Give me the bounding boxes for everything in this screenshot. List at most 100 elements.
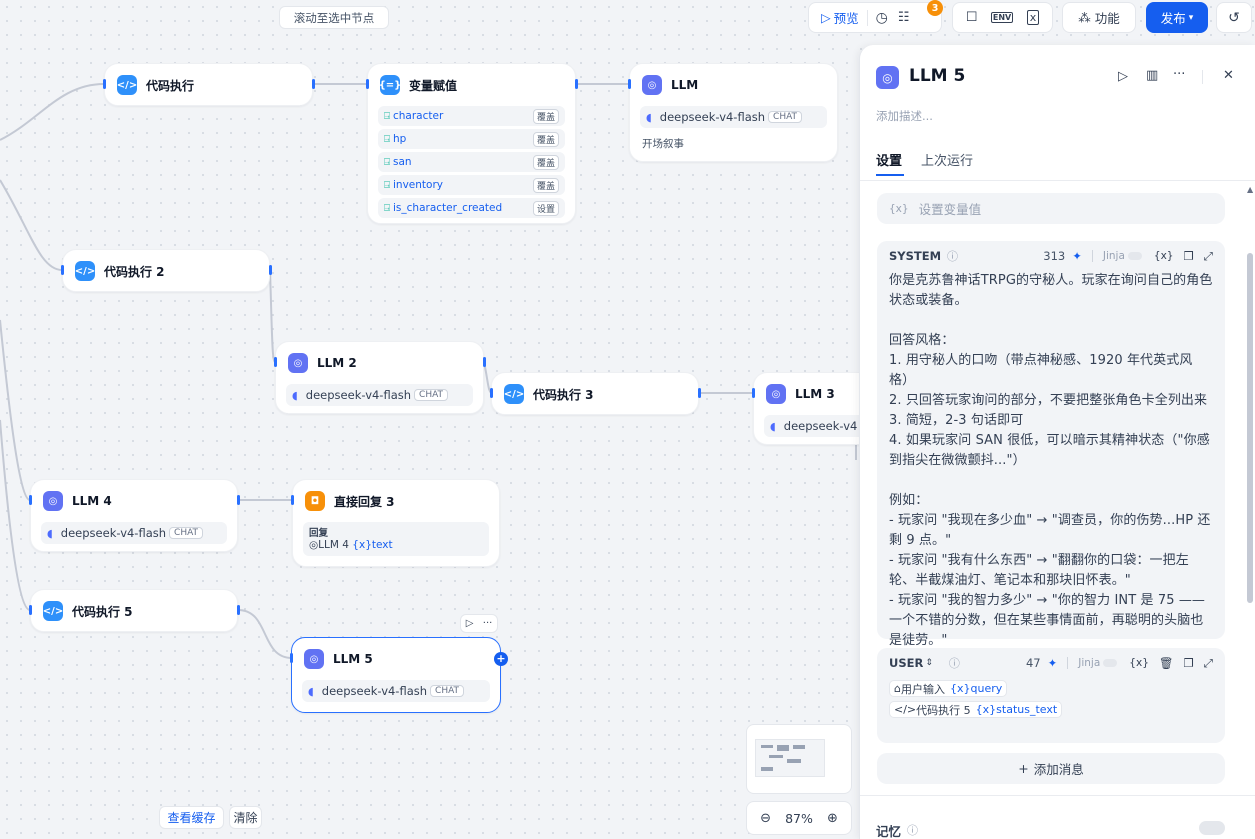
env-icon[interactable]: ENV [990, 12, 1014, 23]
variable-chip[interactable]: </> 代码执行 5 {x}status_text [889, 701, 1063, 718]
node-llm-2[interactable]: ◎ LLM 2 ◖ deepseek-v4-flash CHAT [275, 341, 484, 414]
model-mode-tag: CHAT [768, 111, 803, 123]
description-input[interactable]: 添加描述... [876, 108, 933, 124]
history-clock-icon[interactable]: ◷ [876, 10, 888, 26]
system-prompt-text[interactable]: 你是克苏鲁神话TRPG的守秘人。玩家在询问自己的角色状态或装备。 回答风格： 1… [877, 271, 1225, 651]
divider [1202, 70, 1203, 84]
token-count: 313 [1043, 249, 1066, 263]
node-output-handle[interactable] [312, 79, 315, 89]
run-icon[interactable]: ▷ [1118, 69, 1128, 84]
version-history-button[interactable]: ↺ [1216, 2, 1252, 33]
ai-generate-icon[interactable]: ✦ [1048, 656, 1058, 670]
zoom-in-icon[interactable]: ⊕ [827, 811, 838, 826]
node-llm-1[interactable]: ◎ LLM ◖ deepseek-v4-flash CHAT 开场叙事 [629, 63, 838, 162]
node-llm-4[interactable]: ◎ LLM 4 ◖ deepseek-v4-flash CHAT [30, 479, 238, 552]
node-output-handle[interactable] [575, 79, 578, 89]
node-answer-3[interactable]: ◘ 直接回复 3 回复 ◎LLM 4 {x}text [292, 479, 500, 567]
ai-generate-icon[interactable]: ✦ [1072, 249, 1082, 263]
active-tab-indicator [876, 174, 904, 176]
view-cache-label: 查看缓存 [167, 811, 216, 825]
node-input-handle[interactable] [628, 79, 631, 89]
insert-variable-icon[interactable]: {x} [1154, 250, 1174, 262]
node-input-handle[interactable] [290, 653, 293, 663]
expand-icon[interactable]: ⤢ [1204, 249, 1213, 264]
node-variable-assigner[interactable]: {=} 变量赋值 ⍈ character 覆盖 ⍈ hp 覆盖 ⍈ san 覆盖 ⍈ inven… [367, 63, 576, 224]
model-selector: ◖ deepseek-v4-flash CHAT [302, 680, 490, 702]
node-input-handle[interactable] [490, 388, 493, 398]
copy-icon[interactable]: ❐ [1183, 249, 1193, 263]
jinja-toggle[interactable] [1103, 659, 1118, 667]
node-output-handle[interactable] [237, 495, 240, 505]
more-icon[interactable]: ··· [1173, 67, 1185, 82]
variable-chip[interactable]: ⌂ 用户输入 {x}query [889, 680, 1008, 697]
node-input-handle[interactable] [752, 388, 755, 398]
insert-variable-icon[interactable]: {x} [1129, 657, 1149, 669]
conversation-var-icon[interactable]: x [1026, 10, 1040, 25]
jinja-toggle[interactable] [1127, 252, 1142, 260]
node-output-handle[interactable] [269, 265, 272, 275]
panel-title[interactable]: LLM 5 [909, 66, 965, 86]
zoom-out-icon[interactable]: ⊖ [760, 811, 771, 826]
node-input-handle[interactable] [103, 79, 106, 89]
close-icon[interactable]: ✕ [1223, 68, 1234, 83]
edit-variable-icon[interactable]: ☐ [966, 10, 978, 25]
minimap-node [787, 759, 801, 763]
node-llm-5[interactable]: ◎ LLM 5 ◖ deepseek-v4-flash CHAT [291, 637, 501, 713]
clear-button[interactable]: 清除 [229, 806, 262, 829]
view-cache-button[interactable]: 查看缓存 [159, 806, 224, 829]
help-doc-icon[interactable]: ▥ [1146, 68, 1158, 83]
node-output-handle[interactable] [698, 388, 701, 398]
run-node-icon[interactable]: ▷ [466, 618, 474, 629]
user-prompt-content[interactable]: ⌂ 用户输入 {x}query </> 代码执行 5 {x}status_text [877, 678, 1225, 718]
model-name: deepseek-v4-flash [60, 526, 167, 540]
preview-button[interactable]: 预览 [834, 8, 859, 27]
user-prompt-block: USER ⇕ ⓘ 47 ✦ Jinja {x} 🗑 ❐ ⤢ ⌂ 用户输入 {x}qu… [877, 648, 1225, 743]
scrollbar-thumb[interactable] [1247, 253, 1253, 603]
node-code-exec-5[interactable]: </> 代码执行 5 [30, 589, 238, 632]
copy-icon[interactable]: ❐ [1183, 656, 1193, 670]
node-input-handle[interactable] [366, 79, 369, 89]
node-code-exec-1[interactable]: </> 代码执行 [104, 63, 313, 106]
scroll-to-selected-button[interactable]: 滚动至选中节点 [279, 6, 389, 29]
node-output-handle[interactable] [483, 357, 486, 367]
add-message-button[interactable]: + 添加消息 [877, 753, 1225, 784]
scroll-hint-label: 滚动至选中节点 [293, 10, 375, 25]
node-title: 代码执行 5 [72, 604, 133, 619]
node-title: 变量赋值 [409, 78, 458, 93]
assign-var-name: is_character_created [393, 202, 503, 214]
node-input-handle[interactable] [29, 495, 32, 505]
set-variable-input[interactable]: {x} 设置变量值 [877, 193, 1225, 224]
memory-toggle[interactable] [1199, 821, 1225, 835]
node-input-handle[interactable] [274, 357, 277, 367]
scrollbar[interactable]: ▲ [1246, 185, 1254, 785]
node-output-handle[interactable] [237, 605, 240, 615]
chevron-updown-icon[interactable]: ⇕ [925, 658, 933, 668]
node-input-handle[interactable] [29, 605, 32, 615]
assign-row: ⍈ san 覆盖 [378, 152, 565, 172]
add-next-node-icon[interactable]: + [494, 652, 508, 666]
node-input-handle[interactable] [61, 265, 64, 275]
zoom-level[interactable]: 87% [785, 811, 813, 826]
tab-settings[interactable]: 设置 [876, 150, 902, 169]
expand-icon[interactable]: ⤢ [1204, 656, 1213, 671]
node-input-handle[interactable] [291, 495, 294, 505]
more-icon[interactable]: ··· [483, 618, 493, 629]
scroll-up-icon[interactable]: ▲ [1247, 185, 1253, 194]
minimap-node [777, 745, 789, 751]
jinja-label: Jinja [1078, 657, 1101, 669]
checklist-icon[interactable]: ☷ [898, 10, 910, 25]
user-role-label[interactable]: USER [889, 656, 923, 670]
variable-icon: ⍈ [384, 156, 390, 168]
node-code-exec-3[interactable]: </> 代码执行 3 [491, 372, 699, 415]
node-code-exec-2[interactable]: </> 代码执行 2 [62, 249, 270, 292]
assign-row: ⍈ hp 覆盖 [378, 129, 565, 149]
features-button[interactable]: ⁂ 功能 [1062, 2, 1136, 33]
tab-last-run[interactable]: 上次运行 [921, 150, 973, 169]
node-title: LLM 3 [795, 387, 835, 401]
delete-icon[interactable]: 🗑 [1159, 656, 1174, 670]
minimap[interactable] [746, 724, 852, 794]
plus-icon: + [1018, 761, 1029, 776]
node-mini-toolbar: ▷ ··· [460, 614, 498, 633]
assign-op: 覆盖 [532, 131, 559, 147]
publish-button[interactable]: 发布 ▾ [1146, 2, 1208, 33]
